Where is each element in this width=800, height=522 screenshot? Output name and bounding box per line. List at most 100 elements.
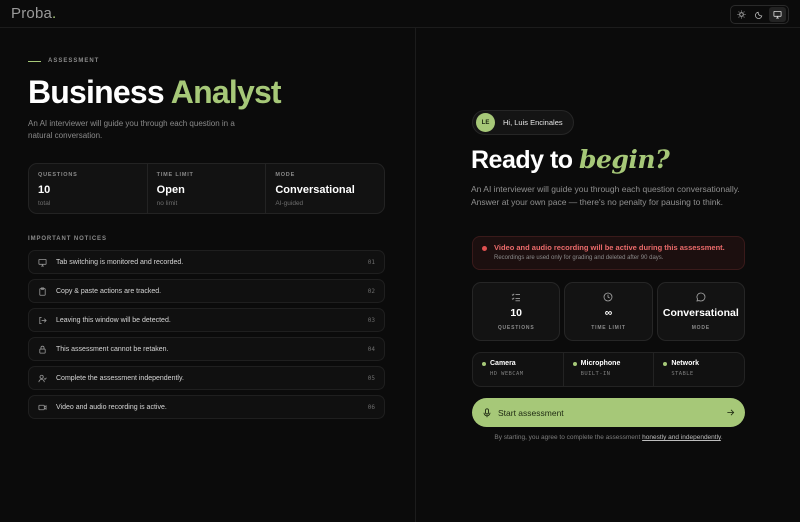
notice-text: Copy & paste actions are tracked. <box>56 287 162 295</box>
arrow-right-icon <box>727 409 735 416</box>
alert-dot-icon <box>482 246 487 251</box>
stat-value: Open <box>156 184 185 196</box>
eyebrow-label: ASSESSMENT <box>48 58 100 64</box>
notice-text: This assessment cannot be retaken. <box>56 345 169 353</box>
card-value: ∞ <box>604 307 613 319</box>
device-status: BUILT-IN <box>580 371 611 377</box>
stat-mode: MODE Conversational AI-guided <box>265 164 384 213</box>
microphone-icon <box>483 407 491 417</box>
theme-dark-button[interactable] <box>751 7 768 22</box>
notice-text: Complete the assessment independently. <box>56 374 184 382</box>
card-value: 10 <box>510 307 522 319</box>
ready-heading: Ready to begin? <box>471 145 670 175</box>
notice-text: Video and audio recording is active. <box>56 403 167 411</box>
avatar: LE <box>476 113 495 132</box>
logo[interactable]: Proba. <box>11 5 56 22</box>
logo-text: Proba <box>11 5 53 22</box>
notices-heading: IMPORTANT NOTICES <box>28 236 107 242</box>
panel-divider <box>415 28 416 522</box>
top-bar: Proba. <box>0 0 800 28</box>
stat-time-limit: TIME LIMIT Open no limit <box>146 164 266 213</box>
device-checks: Camera HD WEBCAM Microphone BUILT-IN Net… <box>472 352 745 387</box>
page-subtitle: An AI interviewer will guide you through… <box>28 119 235 140</box>
notice-number: 05 <box>367 374 375 382</box>
list-check-icon <box>511 293 521 302</box>
device-status: HD WEBCAM <box>490 371 524 377</box>
assessment-eyebrow: ASSESSMENT <box>28 58 99 64</box>
stat-questions: QUESTIONS 10 total <box>29 164 147 213</box>
stat-label: MODE <box>275 172 296 178</box>
notice-item: Complete the assessment independently. 0… <box>28 366 385 390</box>
logo-dot: . <box>52 5 57 22</box>
notice-text: Tab switching is monitored and recorded. <box>56 258 184 266</box>
theme-light-button[interactable] <box>733 7 750 22</box>
start-button-label: Start assessment <box>498 407 564 418</box>
eyebrow-line <box>28 60 41 62</box>
recording-alert: Video and audio recording will be active… <box>472 236 745 270</box>
device-network: Network STABLE <box>653 353 744 386</box>
ready-main: Ready to <box>471 146 580 174</box>
user-check-icon <box>38 374 47 382</box>
alert-title: Video and audio recording will be active… <box>494 243 725 252</box>
notice-item: This assessment cannot be retaken. 04 <box>28 337 385 361</box>
notice-item: Tab switching is monitored and recorded.… <box>28 250 385 274</box>
monitor-icon <box>773 10 782 19</box>
title-main: Business <box>28 74 171 110</box>
title-accent: Analyst <box>170 74 282 110</box>
alert-sub: Recordings are used only for grading and… <box>494 255 664 261</box>
greeting-text: Hi, Luis Encinales <box>503 118 563 127</box>
stat-label: QUESTIONS <box>38 172 78 178</box>
theme-switcher <box>730 5 789 24</box>
card-value: Conversational <box>662 307 739 319</box>
device-microphone: Microphone BUILT-IN <box>562 353 654 386</box>
consent-link[interactable]: honestly and independently <box>642 434 721 441</box>
user-greeting: LE Hi, Luis Encinales <box>472 110 574 135</box>
consent-prefix: By starting, you agree to complete the a… <box>494 434 643 441</box>
clock-icon <box>604 292 613 302</box>
card-time-limit: ∞ TIME LIMIT <box>564 282 653 341</box>
notice-number: 06 <box>367 403 375 411</box>
start-assessment-button[interactable]: Start assessment <box>472 398 745 427</box>
notice-item: Leaving this window will be detected. 03 <box>28 308 385 332</box>
notice-number: 04 <box>367 345 375 353</box>
ready-description: An AI interviewer will guide you through… <box>471 184 740 207</box>
card-questions: 10 QUESTIONS <box>472 282 561 341</box>
notice-number: 01 <box>367 258 375 266</box>
ready-accent: begin? <box>579 145 670 174</box>
page-title: Business Analyst <box>28 74 282 111</box>
lock-icon <box>39 345 46 354</box>
clipboard-icon <box>39 287 46 296</box>
chat-icon <box>696 292 706 302</box>
stat-value: 10 <box>38 184 51 196</box>
card-label: MODE <box>691 325 710 331</box>
consent-text: By starting, you agree to complete the a… <box>472 434 745 441</box>
theme-system-button[interactable] <box>768 7 786 22</box>
device-camera: Camera HD WEBCAM <box>473 353 563 386</box>
video-icon <box>38 404 47 410</box>
device-status: STABLE <box>671 371 694 377</box>
stat-value: Conversational <box>275 184 355 196</box>
card-label: QUESTIONS <box>497 325 535 331</box>
exit-icon <box>39 316 47 324</box>
stat-label: TIME LIMIT <box>156 172 194 178</box>
stat-sub: AI-guided <box>275 200 304 207</box>
card-mode: Conversational MODE <box>656 282 745 341</box>
consent-suffix: . <box>720 434 723 441</box>
assessment-stats: QUESTIONS 10 total TIME LIMIT Open no li… <box>28 163 385 214</box>
stat-sub: total <box>38 200 51 207</box>
status-dot-icon <box>663 361 668 366</box>
status-dot-icon <box>482 361 486 366</box>
card-label: TIME LIMIT <box>591 325 626 331</box>
device-name: Network <box>671 360 699 367</box>
device-name: Microphone <box>580 360 621 367</box>
status-dot-icon <box>572 361 577 366</box>
notice-number: 03 <box>367 316 375 324</box>
stat-sub: no limit <box>156 200 178 207</box>
notice-number: 02 <box>367 287 375 295</box>
notice-item: Video and audio recording is active. 06 <box>28 395 385 419</box>
summary-cards: 10 QUESTIONS ∞ TIME LIMIT Conversational… <box>472 282 745 341</box>
moon-icon <box>755 11 763 19</box>
sun-icon <box>737 10 746 19</box>
notice-item: Copy & paste actions are tracked. 02 <box>28 279 385 303</box>
device-name: Camera <box>490 360 516 367</box>
